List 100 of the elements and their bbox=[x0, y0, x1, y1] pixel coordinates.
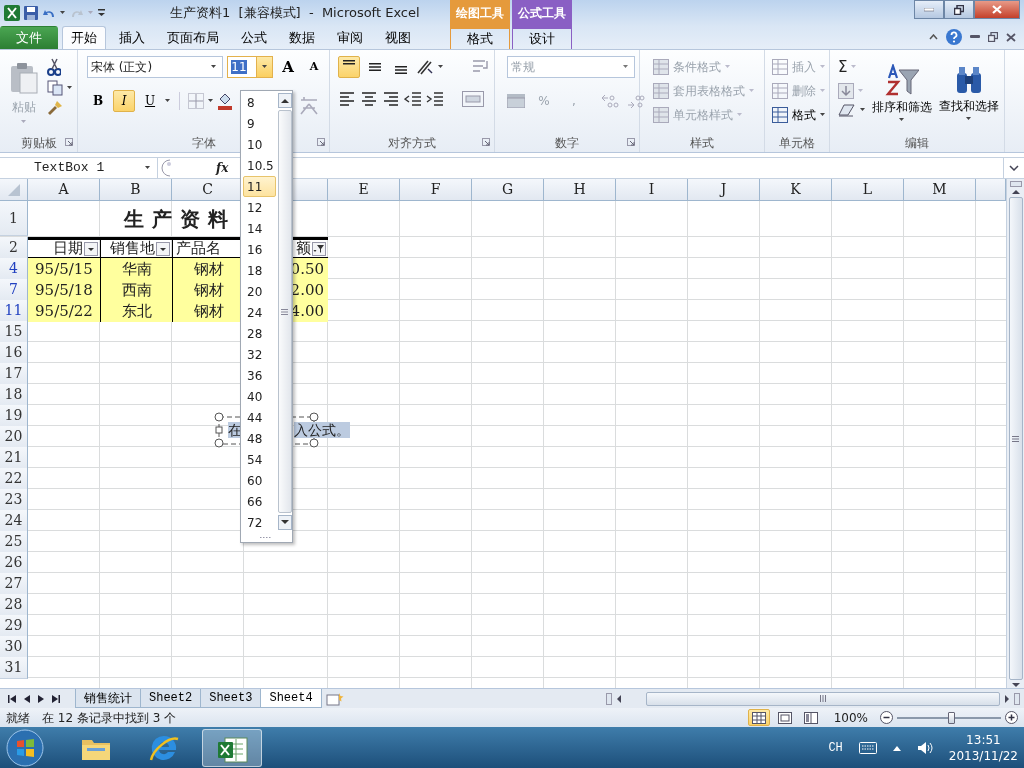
align-center-icon[interactable] bbox=[360, 90, 378, 108]
font-size-option[interactable]: 28 bbox=[243, 323, 276, 344]
name-box[interactable]: TextBox 1 bbox=[0, 158, 158, 178]
underline-button[interactable]: U bbox=[139, 90, 161, 112]
view-normal-button[interactable] bbox=[747, 709, 770, 726]
cells-menu-button[interactable]: 格式 bbox=[769, 104, 825, 126]
font-size-option[interactable]: 12 bbox=[243, 197, 276, 218]
customize-icon[interactable] bbox=[98, 9, 106, 17]
font-size-option[interactable]: 18 bbox=[243, 260, 276, 281]
decrease-indent-icon[interactable] bbox=[404, 90, 422, 108]
sort-filter-button[interactable]: 排序和筛选 bbox=[870, 56, 933, 130]
caret-icon[interactable] bbox=[165, 99, 171, 103]
ribbon-tab[interactable]: 文件 bbox=[0, 26, 58, 49]
font-size-field[interactable]: 11 bbox=[227, 56, 273, 78]
text-orientation-icon[interactable] bbox=[416, 59, 434, 75]
row-header[interactable]: 19 bbox=[0, 405, 28, 427]
keyboard-icon[interactable] bbox=[858, 741, 877, 754]
scroll-up-button[interactable] bbox=[277, 93, 292, 108]
font-size-option[interactable]: 72 bbox=[243, 512, 276, 533]
ribbon-tab[interactable]: 视图 bbox=[376, 26, 420, 49]
row-header[interactable]: 31 bbox=[0, 657, 28, 679]
font-size-option[interactable]: 9 bbox=[243, 113, 276, 134]
caret-icon[interactable] bbox=[208, 99, 214, 103]
scroll-up-icon[interactable] bbox=[1010, 189, 1021, 195]
align-top-button[interactable] bbox=[338, 56, 360, 78]
align-right-icon[interactable] bbox=[382, 90, 400, 108]
clock[interactable]: 13:51 2013/11/22 bbox=[948, 731, 1018, 764]
row-header[interactable]: 25 bbox=[0, 531, 28, 553]
restore-icon[interactable] bbox=[988, 32, 998, 42]
row-header[interactable]: 11 bbox=[0, 300, 28, 322]
row-header[interactable]: 18 bbox=[0, 384, 28, 406]
scroll-right-icon[interactable] bbox=[1004, 693, 1010, 704]
ribbon-tab[interactable]: 公式 bbox=[232, 26, 276, 49]
collapse-ribbon-icon[interactable] bbox=[929, 34, 938, 40]
font-size-option[interactable]: 36 bbox=[243, 365, 276, 386]
dialog-launcher-icon[interactable] bbox=[482, 138, 490, 146]
filter-dropdown-button[interactable] bbox=[156, 241, 170, 256]
column-header[interactable]: M bbox=[904, 179, 976, 201]
sheet-tab[interactable]: Sheet4 bbox=[260, 688, 322, 708]
ribbon-tab[interactable]: 页面布局 bbox=[158, 26, 228, 49]
zoom-slider-thumb[interactable] bbox=[948, 711, 956, 724]
row-header[interactable]: 22 bbox=[0, 468, 28, 490]
first-sheet-icon[interactable] bbox=[8, 694, 16, 703]
row-header[interactable]: 28 bbox=[0, 594, 28, 616]
start-button[interactable] bbox=[6, 728, 44, 767]
dialog-launcher-icon[interactable] bbox=[317, 138, 325, 146]
row-header[interactable]: 30 bbox=[0, 636, 28, 658]
scrollbar-thumb[interactable] bbox=[646, 691, 1000, 706]
row-header[interactable]: 24 bbox=[0, 510, 28, 532]
scissors-icon[interactable] bbox=[47, 58, 61, 76]
scroll-left-icon[interactable] bbox=[616, 693, 622, 704]
ribbon-tab[interactable]: 插入 bbox=[110, 26, 154, 49]
brush-icon[interactable] bbox=[47, 100, 63, 116]
autosum-button[interactable]: Σ bbox=[838, 56, 848, 79]
row-header[interactable]: 2 bbox=[0, 237, 28, 259]
resize-grip-icon[interactable] bbox=[259, 536, 273, 539]
scrollbar-thumb[interactable] bbox=[1008, 197, 1023, 680]
align-left-icon[interactable] bbox=[338, 90, 356, 108]
ribbon-tab[interactable]: 数据 bbox=[280, 26, 324, 49]
increase-indent-icon[interactable] bbox=[426, 90, 444, 108]
column-header[interactable]: I bbox=[616, 179, 688, 201]
language-indicator[interactable]: CH bbox=[828, 738, 843, 757]
eraser-icon[interactable] bbox=[838, 102, 856, 117]
previous-sheet-icon[interactable] bbox=[24, 694, 30, 703]
font-size-option[interactable]: 44 bbox=[243, 407, 276, 428]
tray-expand-icon[interactable] bbox=[892, 744, 901, 751]
column-header[interactable]: K bbox=[760, 179, 832, 201]
save-icon[interactable] bbox=[24, 6, 38, 20]
dialog-launcher-icon[interactable] bbox=[65, 138, 73, 146]
minimize-icon[interactable] bbox=[970, 35, 980, 39]
font-size-option[interactable]: 40 bbox=[243, 386, 276, 407]
row-header[interactable]: 29 bbox=[0, 615, 28, 637]
sheet-tab[interactable]: Sheet2 bbox=[140, 688, 202, 708]
scrollbar-thumb[interactable] bbox=[277, 110, 292, 513]
column-header[interactable]: H bbox=[544, 179, 616, 201]
column-header[interactable]: J bbox=[688, 179, 760, 201]
font-size-option[interactable]: 66 bbox=[243, 491, 276, 512]
dialog-launcher-icon[interactable] bbox=[627, 138, 635, 146]
font-size-option[interactable]: 11 bbox=[243, 176, 276, 197]
zoom-out-icon[interactable] bbox=[880, 711, 893, 724]
zoom-level[interactable]: 100% bbox=[833, 708, 868, 727]
column-header[interactable]: E bbox=[328, 179, 400, 201]
row-header[interactable]: 27 bbox=[0, 573, 28, 595]
row-header[interactable]: 26 bbox=[0, 552, 28, 574]
column-header[interactable]: F bbox=[400, 179, 472, 201]
zoom-in-icon[interactable] bbox=[1005, 711, 1018, 724]
row-header[interactable]: 15 bbox=[0, 321, 28, 343]
speaker-icon[interactable] bbox=[916, 740, 933, 755]
filter-dropdown-button[interactable] bbox=[84, 241, 98, 256]
copy-icon[interactable] bbox=[47, 80, 63, 96]
row-header[interactable]: 1 bbox=[0, 201, 28, 236]
close-icon[interactable] bbox=[1006, 32, 1016, 42]
font-size-option[interactable]: 20 bbox=[243, 281, 276, 302]
grow-font-button[interactable]: A bbox=[277, 56, 299, 78]
font-size-option[interactable]: 14 bbox=[243, 218, 276, 239]
restore-button[interactable] bbox=[944, 0, 974, 19]
filter-applied-button[interactable] bbox=[312, 241, 326, 256]
ribbon-tab[interactable]: 审阅 bbox=[328, 26, 372, 49]
column-header[interactable]: L bbox=[832, 179, 904, 201]
row-header[interactable]: 16 bbox=[0, 342, 28, 364]
